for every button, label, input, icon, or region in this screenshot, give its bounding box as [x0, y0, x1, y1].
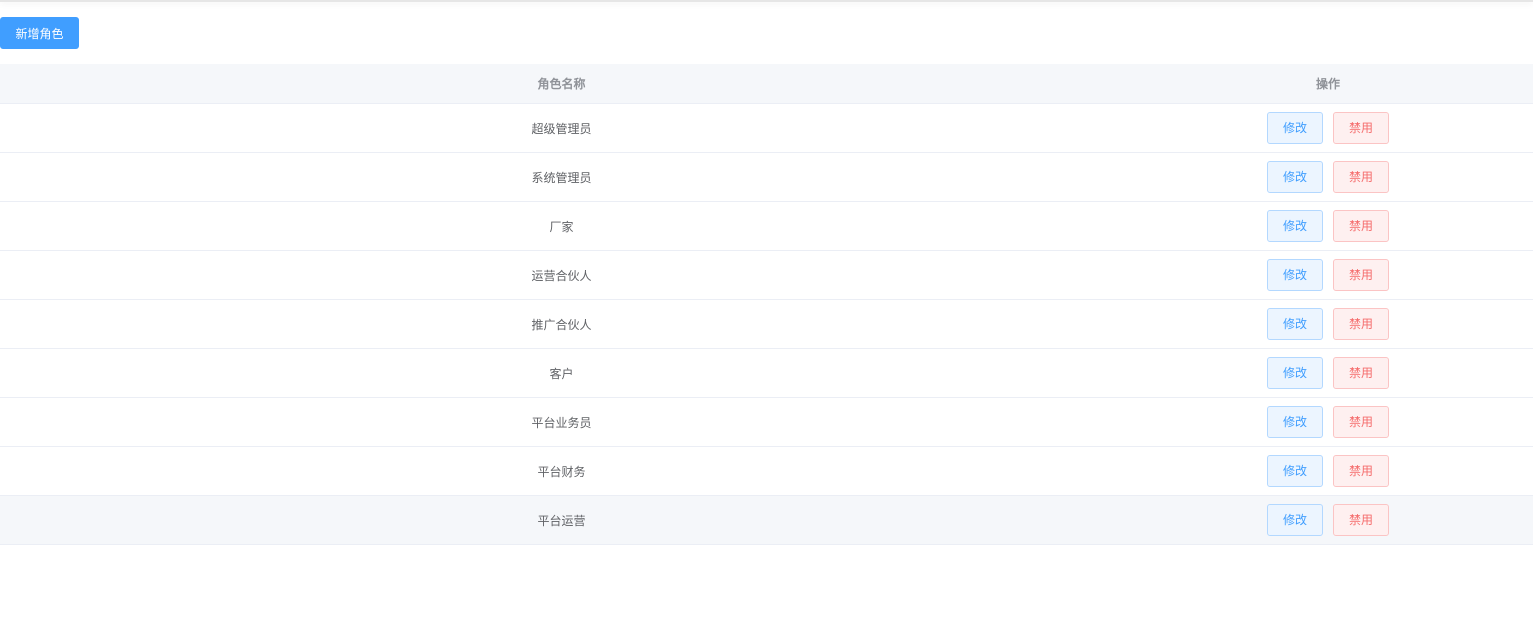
- row-actions: 修改 禁用: [1267, 455, 1389, 487]
- role-name-cell: 平台财务: [537, 464, 586, 479]
- table-row: 推广合伙人 修改 禁用: [0, 300, 1533, 349]
- role-name-cell: 推广合伙人: [531, 317, 592, 332]
- disable-button[interactable]: 禁用: [1333, 504, 1389, 536]
- role-name-cell: 运营合伙人: [531, 268, 592, 283]
- table-row: 平台业务员 修改 禁用: [0, 398, 1533, 447]
- role-name-cell: 厂家: [549, 219, 574, 234]
- table-row: 客户 修改 禁用: [0, 349, 1533, 398]
- column-header-role-name: 角色名称: [537, 77, 586, 91]
- disable-button[interactable]: 禁用: [1333, 112, 1389, 144]
- edit-button[interactable]: 修改: [1267, 308, 1323, 340]
- disable-button[interactable]: 禁用: [1333, 210, 1389, 242]
- add-role-button[interactable]: 新增角色: [0, 17, 79, 49]
- disable-button[interactable]: 禁用: [1333, 357, 1389, 389]
- row-actions: 修改 禁用: [1267, 210, 1389, 242]
- table-row: 系统管理员 修改 禁用: [0, 153, 1533, 202]
- role-name-cell: 平台运营: [537, 513, 586, 528]
- edit-button[interactable]: 修改: [1267, 259, 1323, 291]
- row-actions: 修改 禁用: [1267, 504, 1389, 536]
- toolbar: 新增角色: [0, 17, 79, 49]
- role-name-cell: 平台业务员: [531, 415, 592, 430]
- edit-button[interactable]: 修改: [1267, 112, 1323, 144]
- row-actions: 修改 禁用: [1267, 161, 1389, 193]
- row-actions: 修改 禁用: [1267, 308, 1389, 340]
- table-row: 厂家 修改 禁用: [0, 202, 1533, 251]
- disable-button[interactable]: 禁用: [1333, 259, 1389, 291]
- table-row: 平台运营 修改 禁用: [0, 496, 1533, 545]
- disable-button[interactable]: 禁用: [1333, 161, 1389, 193]
- table-row: 超级管理员 修改 禁用: [0, 104, 1533, 153]
- row-actions: 修改 禁用: [1267, 406, 1389, 438]
- table-header: 角色名称 操作: [0, 64, 1533, 104]
- disable-button[interactable]: 禁用: [1333, 308, 1389, 340]
- edit-button[interactable]: 修改: [1267, 455, 1323, 487]
- role-name-cell: 超级管理员: [531, 121, 592, 136]
- edit-button[interactable]: 修改: [1267, 504, 1323, 536]
- row-actions: 修改 禁用: [1267, 357, 1389, 389]
- edit-button[interactable]: 修改: [1267, 357, 1323, 389]
- row-actions: 修改 禁用: [1267, 112, 1389, 144]
- edit-button[interactable]: 修改: [1267, 406, 1323, 438]
- disable-button[interactable]: 禁用: [1333, 455, 1389, 487]
- edit-button[interactable]: 修改: [1267, 161, 1323, 193]
- role-name-cell: 系统管理员: [531, 170, 592, 185]
- roles-table: 角色名称 操作 超级管理员 修改 禁用 系统管理员 修改 禁用 厂家 修改 禁用: [0, 64, 1533, 545]
- top-shadow-bar: [0, 0, 1533, 2]
- role-name-cell: 客户: [549, 366, 574, 381]
- table-row: 平台财务 修改 禁用: [0, 447, 1533, 496]
- edit-button[interactable]: 修改: [1267, 210, 1323, 242]
- table-body: 超级管理员 修改 禁用 系统管理员 修改 禁用 厂家 修改 禁用 运营合伙人 修…: [0, 104, 1533, 545]
- table-row: 运营合伙人 修改 禁用: [0, 251, 1533, 300]
- disable-button[interactable]: 禁用: [1333, 406, 1389, 438]
- row-actions: 修改 禁用: [1267, 259, 1389, 291]
- column-header-operations: 操作: [1315, 77, 1340, 91]
